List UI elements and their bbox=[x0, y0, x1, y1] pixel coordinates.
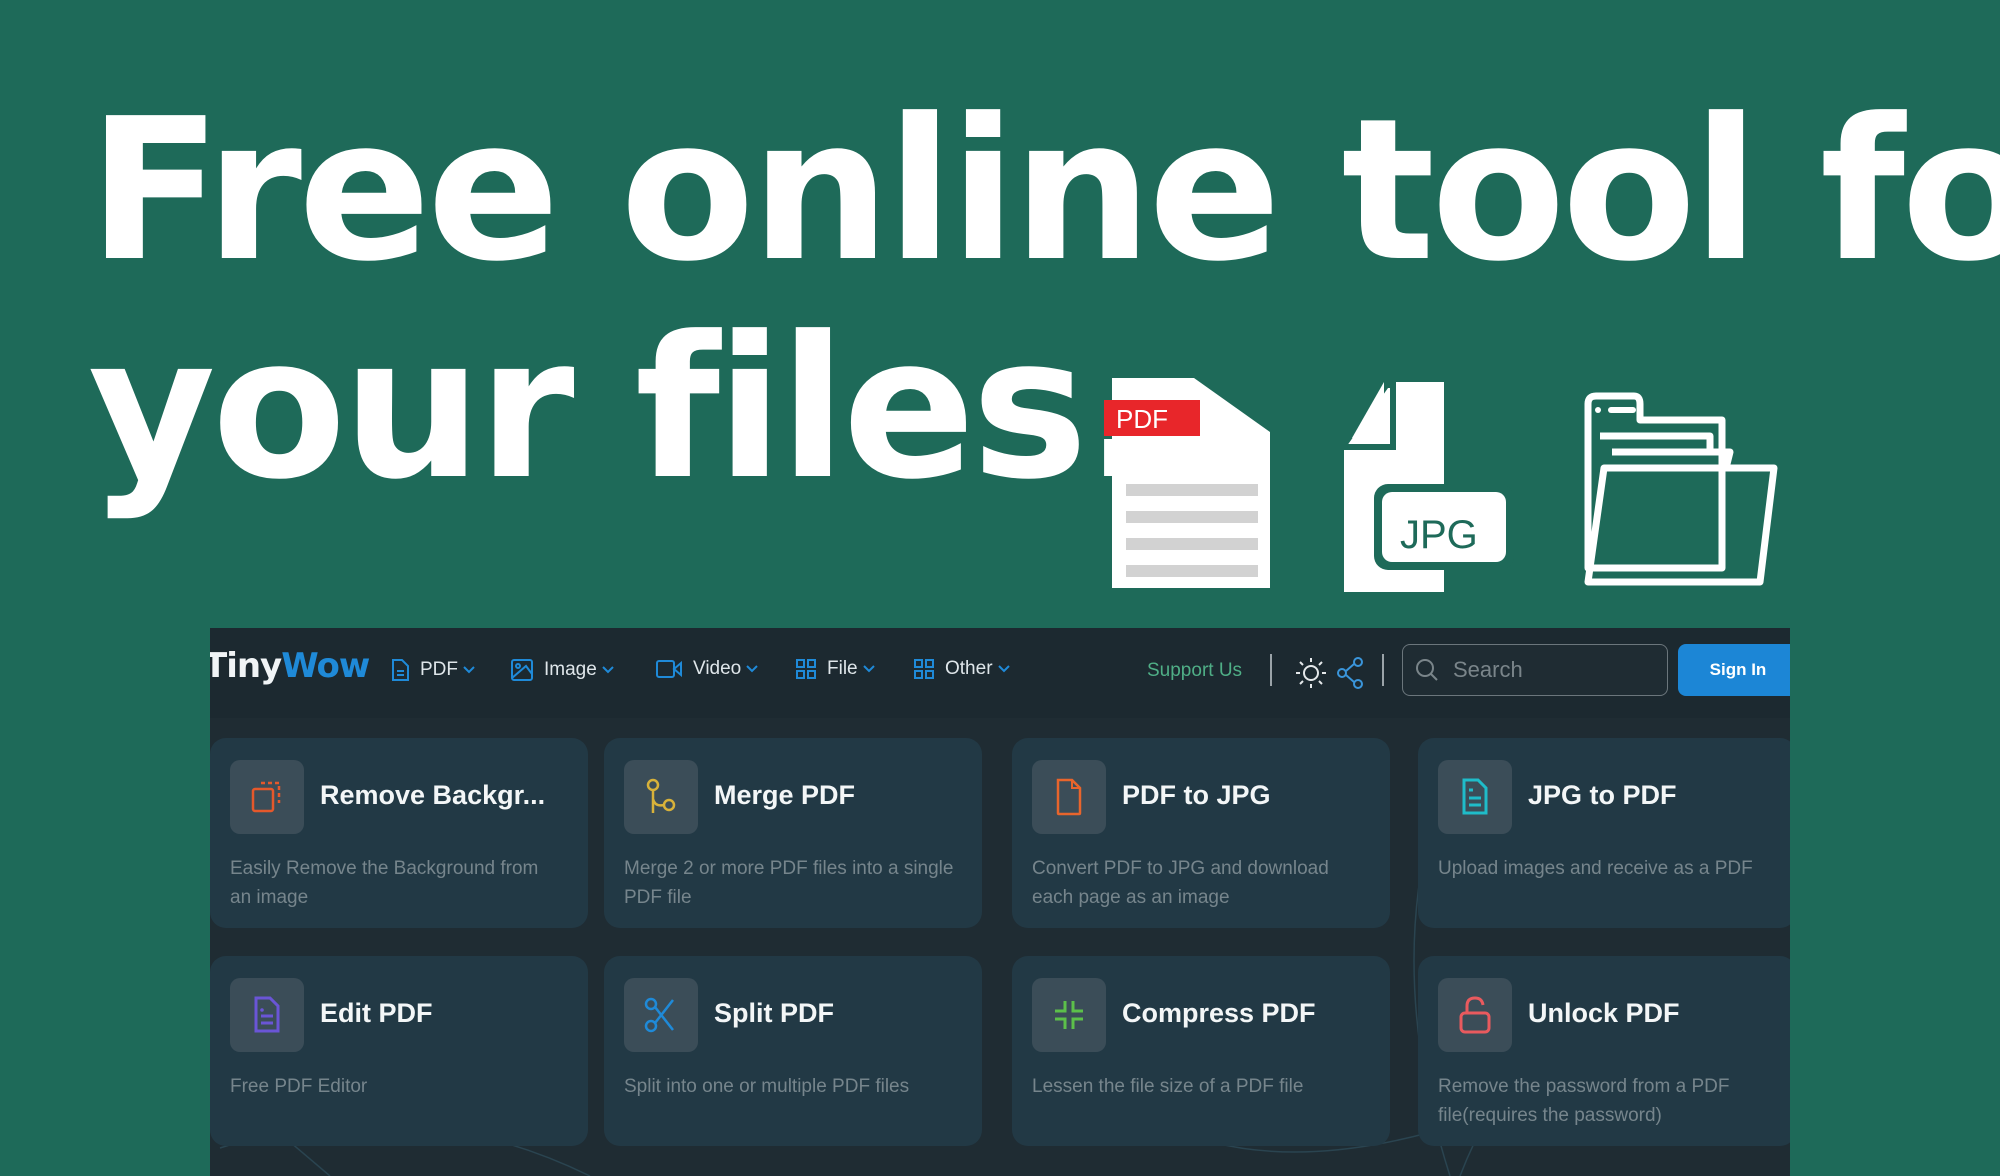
tool-title: Unlock PDF bbox=[1528, 998, 1680, 1028]
grid-icon bbox=[914, 659, 934, 679]
divider bbox=[1270, 654, 1272, 686]
app-window: TinyWow PDF Image Video File Other Suppo… bbox=[210, 628, 1790, 1176]
nav-other-label: Other bbox=[945, 658, 993, 679]
search-box[interactable] bbox=[1402, 644, 1668, 696]
chevron-down-icon bbox=[463, 666, 475, 674]
headline-line-1: Free online tool for bbox=[88, 77, 2000, 305]
share-icon[interactable] bbox=[1336, 656, 1366, 690]
grid-icon bbox=[796, 659, 816, 679]
logo-part-2: Wow bbox=[281, 646, 370, 686]
nav-image[interactable]: Image bbox=[510, 658, 615, 682]
document-icon bbox=[392, 659, 409, 681]
support-us-link[interactable]: Support Us bbox=[1147, 660, 1242, 682]
tool-title: JPG to PDF bbox=[1528, 780, 1677, 810]
nav-image-label: Image bbox=[544, 659, 597, 680]
theme-toggle-sun-icon[interactable] bbox=[1294, 656, 1328, 690]
tool-card-split-pdf[interactable]: Split PDF Split into one or multiple PDF… bbox=[604, 956, 982, 1146]
icon-box bbox=[230, 760, 304, 834]
icon-box bbox=[230, 978, 304, 1052]
icon-box bbox=[1032, 978, 1106, 1052]
tool-title: Merge PDF bbox=[714, 780, 856, 810]
sign-in-button[interactable]: Sign In bbox=[1678, 644, 1790, 696]
nav-file[interactable]: File bbox=[795, 658, 876, 680]
tool-description: Upload images and receive as a PDF bbox=[1438, 858, 1753, 879]
chevron-down-icon bbox=[746, 665, 758, 673]
logo-part-1: Tiny bbox=[210, 646, 282, 686]
merge-icon bbox=[646, 778, 676, 813]
tool-card-unlock-pdf[interactable]: Unlock PDF Remove the password from a PD… bbox=[1418, 956, 1790, 1146]
tool-card-pdf-to-jpg[interactable]: PDF to JPG Convert PDF to JPG and downlo… bbox=[1012, 738, 1390, 928]
nav-video[interactable]: Video bbox=[655, 658, 759, 680]
tool-title: Edit PDF bbox=[320, 998, 433, 1028]
nav-other[interactable]: Other bbox=[913, 658, 1011, 680]
tool-description: Easily Remove the Background from an ima… bbox=[230, 858, 539, 908]
search-input[interactable] bbox=[1451, 656, 1635, 684]
tool-title: Split PDF bbox=[714, 998, 834, 1028]
tool-description: Split into one or multiple PDF files bbox=[624, 1076, 910, 1097]
nav-pdf[interactable]: PDF bbox=[390, 658, 476, 682]
tool-description: Free PDF Editor bbox=[230, 1076, 368, 1097]
pdf-file-icon: PDF bbox=[1104, 378, 1270, 588]
tool-title: Compress PDF bbox=[1122, 998, 1316, 1028]
svg-text:JPG: JPG bbox=[1400, 513, 1478, 557]
remove-background-icon bbox=[251, 781, 281, 813]
unlock-icon bbox=[1459, 996, 1491, 1034]
tool-description: Remove the password from a PDF file(requ… bbox=[1438, 1076, 1730, 1126]
search-icon bbox=[1416, 659, 1438, 681]
tool-description: Convert PDF to JPG and download each pag… bbox=[1032, 858, 1329, 908]
chevron-down-icon bbox=[997, 665, 1010, 673]
video-icon bbox=[656, 660, 682, 678]
icon-box bbox=[1032, 760, 1106, 834]
icon-box bbox=[1438, 978, 1512, 1052]
scissors-icon bbox=[644, 997, 674, 1033]
divider bbox=[1382, 654, 1384, 686]
tool-card-jpg-to-pdf[interactable]: JPG to PDF Upload images and receive as … bbox=[1418, 738, 1790, 928]
tool-title: PDF to JPG bbox=[1122, 780, 1271, 810]
jpg-file-icon: JPG bbox=[1344, 382, 1514, 592]
svg-text:PDF: PDF bbox=[1116, 404, 1168, 434]
tool-card-compress-pdf[interactable]: Compress PDF Lessen the file size of a P… bbox=[1012, 956, 1390, 1146]
icon-box bbox=[624, 978, 698, 1052]
tool-description: Lessen the file size of a PDF file bbox=[1032, 1076, 1304, 1097]
nav-pdf-label: PDF bbox=[420, 659, 458, 680]
tool-card-merge-pdf[interactable]: Merge PDF Merge 2 or more PDF files into… bbox=[604, 738, 982, 928]
tool-description: Merge 2 or more PDF files into a single … bbox=[624, 858, 954, 908]
chevron-down-icon bbox=[862, 665, 875, 673]
file-icon bbox=[1056, 778, 1082, 816]
nav-video-label: Video bbox=[693, 658, 742, 679]
tool-title: Remove Backgr... bbox=[320, 780, 546, 810]
tool-card-edit-pdf[interactable]: Edit PDF Free PDF Editor bbox=[210, 956, 588, 1146]
icon-box bbox=[1438, 760, 1512, 834]
nav-file-label: File bbox=[827, 658, 858, 679]
icon-box bbox=[624, 760, 698, 834]
navbar: TinyWow PDF Image Video File Other Suppo… bbox=[210, 628, 1790, 718]
tool-card-remove-background[interactable]: Remove Backgr... Easily Remove the Backg… bbox=[210, 738, 588, 928]
edit-document-icon bbox=[254, 996, 280, 1033]
file-text-icon bbox=[1462, 778, 1488, 815]
chevron-down-icon bbox=[602, 666, 614, 674]
image-icon bbox=[511, 659, 533, 681]
compress-icon bbox=[1055, 1001, 1083, 1029]
folder-icon bbox=[1584, 392, 1778, 586]
logo[interactable]: TinyWow bbox=[210, 646, 370, 686]
